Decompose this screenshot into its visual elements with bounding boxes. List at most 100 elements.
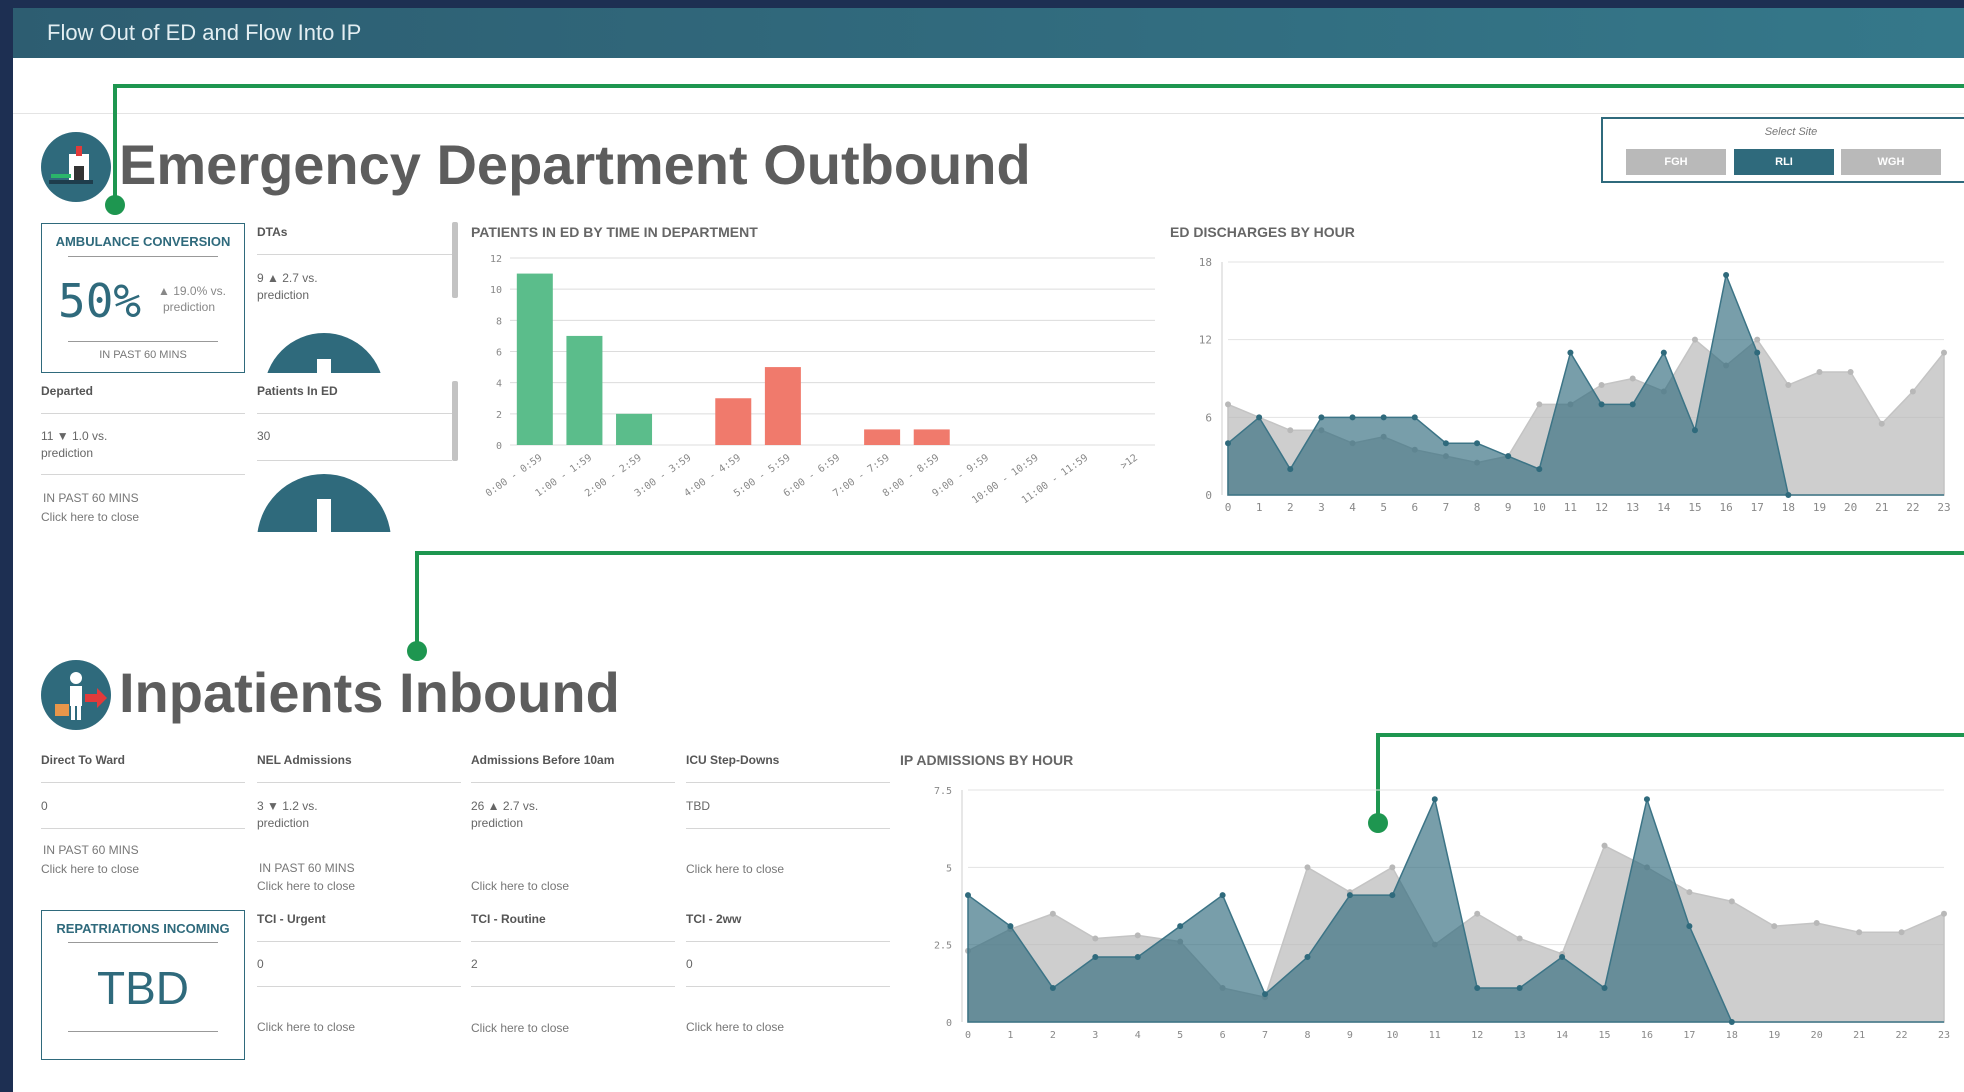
icu-stepdowns-value: TBD (686, 799, 710, 813)
data-point (1389, 892, 1396, 899)
connector-dot (407, 641, 427, 661)
data-point (1225, 401, 1231, 408)
data-point (1474, 984, 1481, 991)
data-point (1092, 954, 1099, 961)
site-selector: Select Site FGH RLI WGH (1601, 117, 1964, 183)
x-tick-label: 17 (1683, 1030, 1695, 1041)
y-tick-label: 2 (496, 410, 502, 421)
data-point (1643, 796, 1650, 803)
y-tick-label: 4 (496, 379, 502, 390)
data-point (1785, 492, 1792, 498)
x-tick-label: 18 (1782, 501, 1795, 514)
divider (68, 942, 218, 943)
repatriations-title: REPATRIATIONS INCOMING (56, 921, 230, 936)
admissions-before-10am-value: 26 ▲ 2.7 vs. (471, 799, 539, 813)
y-tick-label: 6 (496, 348, 502, 359)
x-tick-label: 18 (1726, 1030, 1738, 1041)
divider (68, 256, 218, 257)
ambulance-conversion-value: 50% (58, 274, 142, 328)
departed-label: Departed (41, 384, 94, 398)
app-title: Flow Out of ED and Flow Into IP (47, 20, 362, 45)
x-tick-label: 3 (1092, 1030, 1098, 1041)
connector-line (113, 84, 1964, 88)
y-tick-label: 10 (490, 285, 502, 296)
data-point (1941, 349, 1947, 356)
bar-chart: 0 2 4 6 8 10 12 0:00 - 0:59 1:00 - 1:59 2:00 - 2:… (465, 248, 1165, 523)
ip-section-title: Inpatients Inbound (119, 661, 620, 724)
x-tick-label: 11 (1564, 501, 1577, 514)
ambulance-conversion-card: AMBULANCE CONVERSION 50% ▲ 19.0% vs. pre… (41, 223, 245, 373)
data-point (1813, 920, 1820, 927)
y-tick-label: 5 (946, 863, 952, 874)
close-link[interactable]: Click here to close (41, 862, 139, 876)
tci-2ww-value: 0 (686, 957, 693, 971)
data-point (1505, 453, 1512, 460)
repatriations-card: REPATRIATIONS INCOMING TBD (41, 910, 245, 1060)
gauge-chart (257, 474, 391, 532)
patients-in-ed-value: 30 (257, 429, 271, 443)
data-point (1007, 923, 1014, 930)
x-tick-label: 6 (1220, 1030, 1226, 1041)
data-point (1049, 910, 1056, 917)
site-button-wgh[interactable]: WGH (1841, 149, 1941, 175)
data-point (1318, 414, 1325, 421)
close-link[interactable]: Click here to close (686, 1020, 784, 1034)
area-chart: 0 2.5 5 7.5 0 1 2 3 4 5 6 7 8 9 10 11 12 13 14 15 16 17 18 19 20… (900, 775, 1964, 1055)
data-point (1559, 954, 1566, 961)
close-link[interactable]: Click here to close (686, 862, 784, 876)
repatriations-value: TBD (97, 962, 189, 1014)
x-tick-label: 8 (1474, 501, 1481, 514)
scrollbar[interactable] (452, 222, 458, 298)
close-link[interactable]: Click here to close (257, 1020, 355, 1034)
area-chart: 0 6 12 18 0 1 2 3 4 5 6 7 8 9 10 11 12 13 14 15 16 17 18 19 20 21… (1160, 250, 1964, 525)
nel-admissions-value-sub: prediction (257, 816, 310, 830)
inpatient-transfer-icon (41, 660, 111, 730)
data-point (1287, 466, 1294, 473)
close-link[interactable]: Click here to close (41, 510, 139, 524)
data-point (1134, 954, 1141, 961)
y-tick-label: 18 (1199, 256, 1212, 269)
divider (41, 828, 245, 829)
data-point (1304, 864, 1311, 871)
close-link[interactable]: Click here to close (471, 1021, 569, 1035)
bar (616, 413, 653, 445)
x-tick-label: 2 (1287, 501, 1294, 514)
dtas-label: DTAs (257, 225, 288, 239)
divider (41, 474, 245, 475)
site-button-fgh[interactable]: FGH (1626, 149, 1726, 175)
data-point (1754, 349, 1761, 356)
x-tick-label: 2 (1050, 1030, 1056, 1041)
close-link[interactable]: Click here to close (471, 879, 569, 893)
chart-title: PATIENTS IN ED BY TIME IN DEPARTMENT (471, 224, 758, 240)
connector-line (1376, 733, 1964, 737)
data-point (1304, 954, 1311, 961)
icu-stepdowns-label: ICU Step-Downs (686, 753, 780, 767)
y-tick-label: 0 (946, 1018, 952, 1029)
divider (13, 113, 1964, 114)
data-point (1346, 892, 1353, 899)
data-point (1536, 466, 1543, 473)
data-point (1431, 796, 1438, 803)
x-tick-label: 20 (1811, 1030, 1823, 1041)
tci-2ww-label: TCI - 2ww (686, 912, 742, 926)
site-button-rli[interactable]: RLI (1734, 149, 1834, 175)
nel-admissions-label: NEL Admissions (257, 753, 352, 767)
x-tick-label: 1 (1007, 1030, 1013, 1041)
data-point (1516, 935, 1523, 942)
data-point (1598, 401, 1605, 408)
connector-line (415, 551, 419, 651)
bar (913, 429, 950, 445)
close-link[interactable]: Click here to close (257, 879, 355, 893)
dtas-value-sub: prediction (257, 288, 310, 302)
bar (516, 273, 553, 445)
connector-line (415, 551, 1964, 555)
emergency-department-icon (41, 132, 111, 202)
data-point (1601, 842, 1608, 849)
x-tick-label: 17 (1751, 501, 1764, 514)
data-point (965, 892, 971, 899)
y-tick-label: 0 (1205, 489, 1212, 502)
admissions-before-10am-label: Admissions Before 10am (471, 753, 615, 767)
direct-to-ward-label: Direct To Ward (41, 753, 126, 767)
data-point (1134, 932, 1141, 939)
scrollbar[interactable] (452, 381, 458, 461)
